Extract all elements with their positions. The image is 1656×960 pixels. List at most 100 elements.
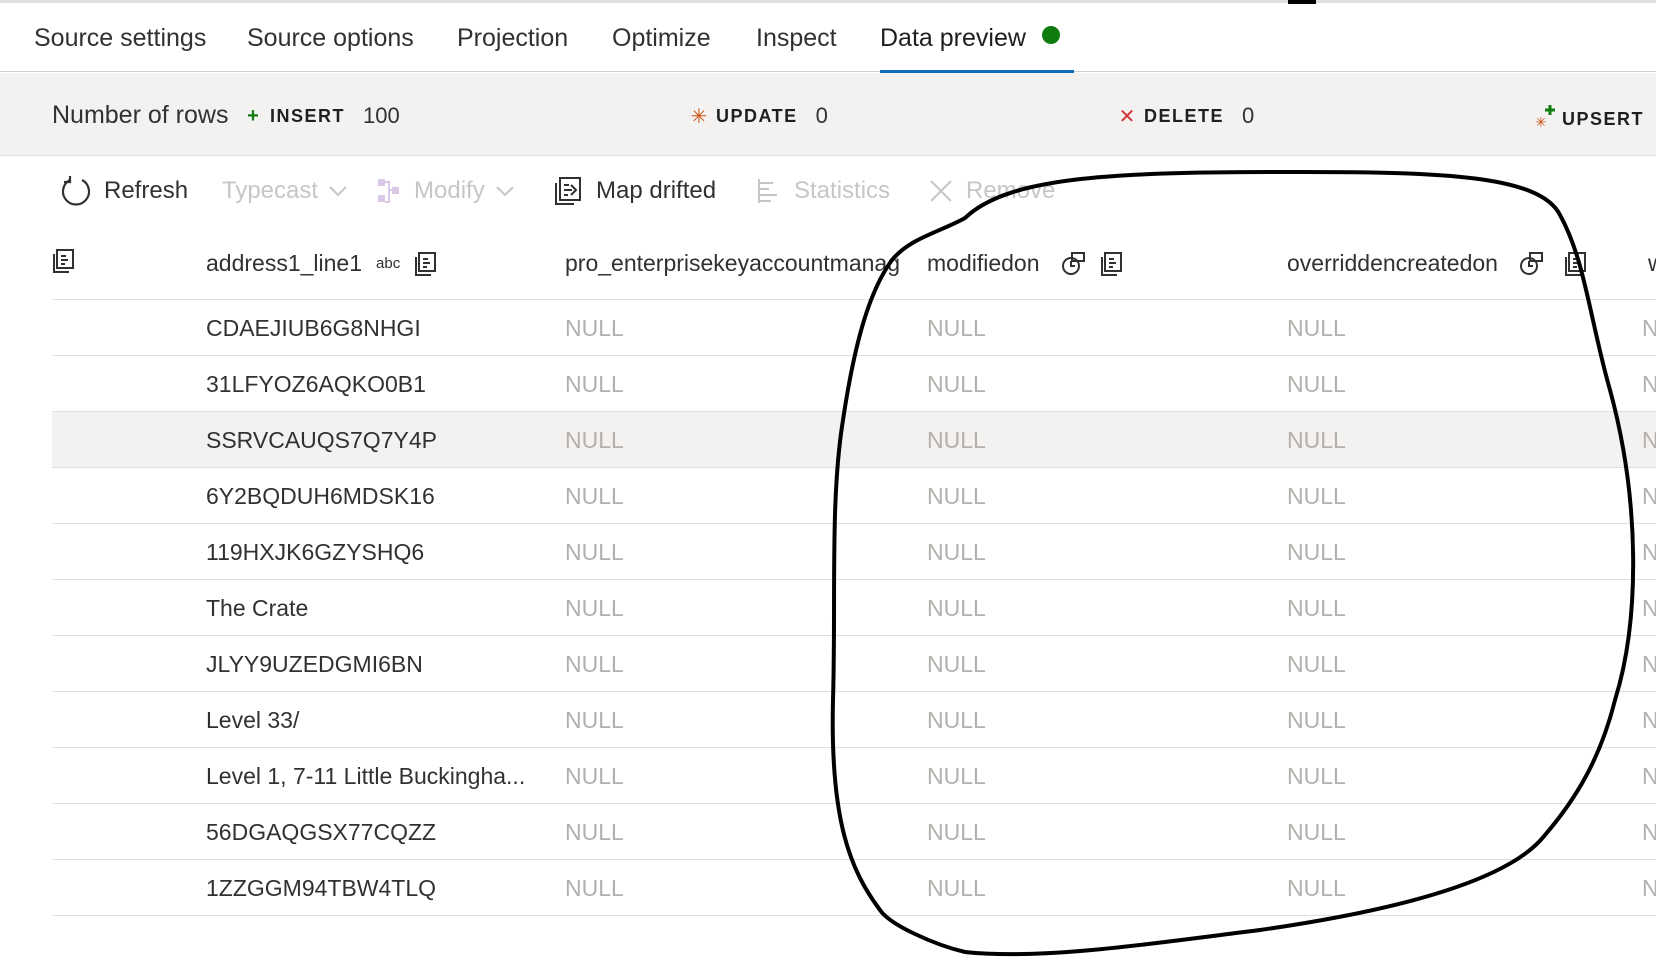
row-count-bar: Number of rows + INSERT 100 ✳ UPDATE 0 ✕…	[0, 73, 1656, 156]
cell-truncated: N	[1642, 763, 1656, 789]
datetime-icon	[1519, 251, 1543, 275]
tab-source-settings[interactable]: Source settings	[34, 24, 206, 72]
table-row[interactable]: 56DGAQGSX77CQZZ NULL NULL NULL N	[52, 804, 1656, 860]
cell-truncated: N	[1642, 875, 1656, 901]
cell-address1-line1: 119HXJK6GZYSHQ6	[206, 539, 425, 565]
cell-overriddencreatedon: NULL	[1287, 707, 1346, 733]
table-row[interactable]: CDAEJIUB6G8NHGI NULL NULL NULL N	[52, 300, 1656, 356]
map-drifted-icon	[555, 177, 581, 205]
map-column-icon[interactable]	[414, 251, 438, 277]
cell-overriddencreatedon: NULL	[1287, 315, 1346, 341]
table-row[interactable]: SSRVCAUQS7Q7Y4P NULL NULL NULL N	[52, 412, 1656, 468]
remove-button[interactable]: Remove	[928, 171, 1055, 211]
cell-modifiedon: NULL	[927, 763, 986, 789]
delete-count: 0	[1242, 103, 1255, 128]
tab-bar: Source settings Source options Projectio…	[0, 0, 1656, 73]
cell-truncated: N	[1642, 427, 1656, 453]
cell-address1-line1: 31LFYOZ6AQKO0B1	[206, 371, 426, 397]
tab-optimize[interactable]: Optimize	[612, 24, 711, 72]
typecast-button[interactable]: Typecast	[222, 171, 348, 211]
map-drifted-icon	[53, 249, 74, 273]
modify-icon	[378, 179, 399, 203]
status-dot-icon	[1041, 26, 1060, 44]
map-column-icon[interactable]	[1100, 251, 1124, 277]
close-icon	[930, 180, 952, 202]
table-row[interactable]: 119HXJK6GZYSHQ6 NULL NULL NULL N	[52, 524, 1656, 580]
column-header-address1-line1[interactable]: address1_line1 abc	[206, 250, 438, 277]
typecast-label: Typecast	[222, 177, 319, 204]
cell-overriddencreatedon: NULL	[1287, 763, 1346, 789]
cell-overriddencreatedon: NULL	[1287, 651, 1346, 677]
cell-overriddencreatedon: NULL	[1287, 427, 1346, 453]
update-count: 0	[815, 103, 828, 128]
column-header-overriddencreatedon[interactable]: overriddencreatedon	[1287, 250, 1588, 277]
data-preview-grid: address1_line1 abc pro_enterprisekeyacco…	[52, 224, 1656, 916]
cell-address1-line1: The Crate	[206, 595, 309, 621]
cell-pro-enterprisekeyaccountmanag: NULL	[565, 595, 624, 621]
statistics-button[interactable]: Statistics	[756, 171, 890, 211]
chevron-down-icon	[495, 186, 514, 197]
table-row[interactable]: Level 1, 7-11 Little Buckingha... NULL NUL…	[52, 748, 1656, 804]
table-row[interactable]: 6Y2BQDUH6MDSK16 NULL NULL NULL N	[52, 468, 1656, 524]
cell-overriddencreatedon: NULL	[1287, 483, 1346, 509]
modify-button[interactable]: Modify	[376, 171, 515, 211]
cell-truncated: N	[1642, 707, 1656, 733]
cell-address1-line1: SSRVCAUQS7Q7Y4P	[206, 427, 437, 453]
plus-icon: +	[247, 104, 259, 127]
cell-overriddencreatedon: NULL	[1287, 819, 1346, 845]
delete-stat: ✕ DELETE 0	[1116, 103, 1255, 129]
cell-modifiedon: NULL	[927, 539, 986, 565]
cell-overriddencreatedon: NULL	[1287, 595, 1346, 621]
refresh-icon	[61, 176, 91, 206]
x-icon: ✕	[1118, 105, 1136, 128]
cell-truncated: N	[1642, 595, 1656, 621]
update-label: UPDATE	[716, 105, 798, 126]
tab-source-options[interactable]: Source options	[247, 24, 414, 72]
asterisk-icon: ✳	[690, 105, 708, 128]
tab-inspect[interactable]: Inspect	[756, 24, 837, 72]
statistics-label: Statistics	[794, 177, 891, 204]
remove-label: Remove	[966, 177, 1056, 204]
modify-label: Modify	[414, 177, 485, 204]
chevron-down-icon	[329, 186, 347, 197]
insert-count: 100	[363, 103, 400, 128]
cell-modifiedon: NULL	[927, 819, 986, 845]
cell-address1-line1: 6Y2BQDUH6MDSK16	[206, 483, 435, 509]
column-header-modifiedon[interactable]: modifiedon	[927, 250, 1124, 277]
map-drifted-button[interactable]: Map drifted	[554, 171, 716, 211]
cell-modifiedon: NULL	[927, 483, 986, 509]
row-header-map-icon[interactable]	[52, 248, 76, 274]
grid-body: CDAEJIUB6G8NHGI NULL NULL NULL N 31LFYOZ6AQKO…	[52, 300, 1656, 916]
table-row[interactable]: 31LFYOZ6AQKO0B1 NULL NULL NULL N	[52, 356, 1656, 412]
column-header-truncated[interactable]: w	[1648, 250, 1656, 277]
cell-modifiedon: NULL	[927, 595, 986, 621]
table-row[interactable]: JLYY9UZEDGMI6BN NULL NULL NULL N	[52, 636, 1656, 692]
table-row[interactable]: Level 33/NULL NULL NULL N	[52, 692, 1656, 748]
cell-modifiedon: NULL	[927, 371, 986, 397]
svg-text:✳: ✳	[1535, 115, 1547, 129]
map-column-icon[interactable]	[1564, 251, 1588, 277]
cell-pro-enterprisekeyaccountmanag: NULL	[565, 651, 624, 677]
cell-overriddencreatedon: NULL	[1287, 371, 1346, 397]
tab-data-preview[interactable]: Data preview	[880, 24, 1074, 73]
cell-truncated: N	[1642, 483, 1656, 509]
toolbar: Refresh Typecast Modify Map drifted Stat…	[0, 157, 1656, 223]
cell-modifiedon: NULL	[927, 651, 986, 677]
column-header-pro-enterprisekeyaccountmanag[interactable]: pro_enterprisekeyaccountmanag	[565, 250, 900, 277]
refresh-button[interactable]: Refresh	[60, 171, 188, 211]
update-stat: ✳ UPDATE 0	[688, 103, 828, 129]
upsert-stat: ✳ UPSERT	[1534, 103, 1644, 135]
table-row[interactable]: 1ZZGGM94TBW4TLQ NULL NULL NULL N	[52, 860, 1656, 916]
upsert-label: UPSERT	[1562, 108, 1645, 129]
insert-label: INSERT	[270, 105, 346, 126]
column-name: modifiedon	[927, 250, 1040, 276]
upsert-icon: ✳	[1534, 103, 1556, 135]
cell-pro-enterprisekeyaccountmanag: NULL	[565, 819, 624, 845]
refresh-label: Refresh	[104, 177, 189, 204]
table-row[interactable]: The Crate NULL NULL NULL N	[52, 580, 1656, 636]
cell-pro-enterprisekeyaccountmanag: NULL	[565, 539, 624, 565]
tab-projection[interactable]: Projection	[457, 24, 568, 72]
cell-address1-line1: CDAEJIUB6G8NHGI	[206, 315, 421, 341]
cell-truncated: N	[1642, 651, 1656, 677]
statistics-icon	[758, 179, 777, 203]
